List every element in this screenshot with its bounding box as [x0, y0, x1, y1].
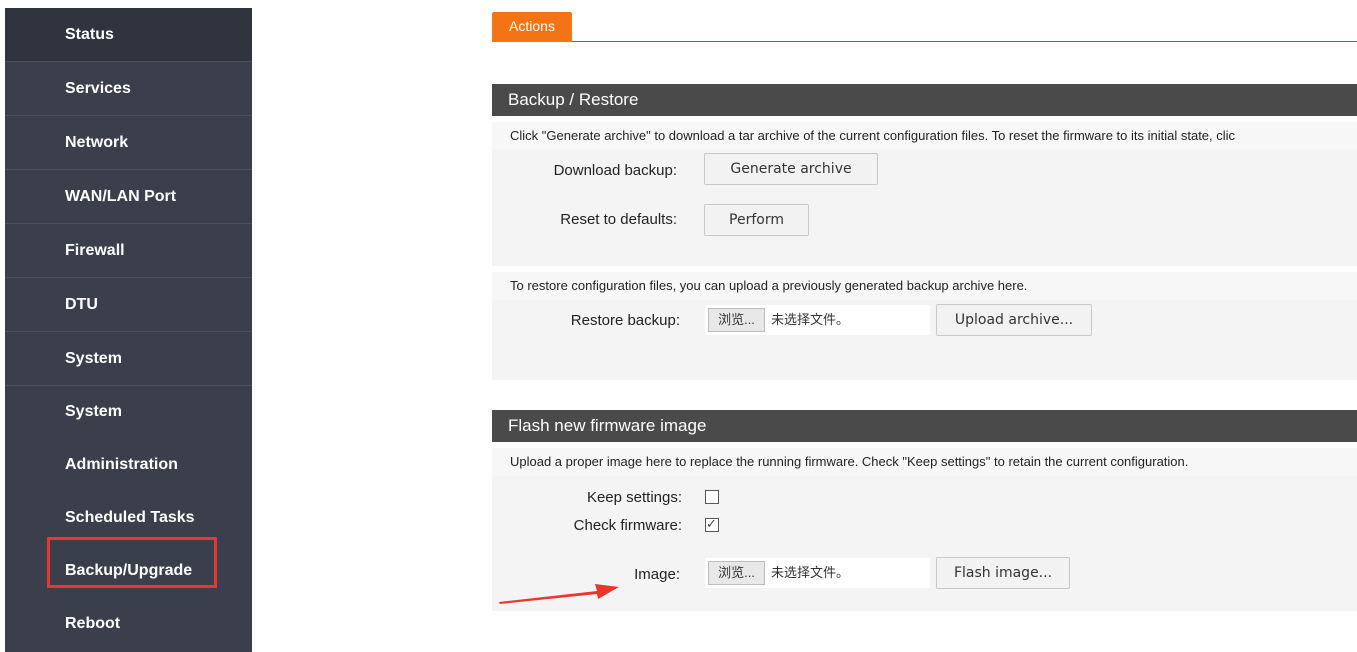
- download-backup-label: Download backup:: [553, 162, 677, 179]
- sidebar-item-status[interactable]: Status: [5, 8, 252, 62]
- annotation-arrow-icon: [499, 584, 619, 604]
- reset-defaults-label: Reset to defaults:: [560, 211, 677, 228]
- sidebar-item-services[interactable]: Services: [5, 62, 252, 116]
- restore-backup-label: Restore backup:: [570, 312, 680, 329]
- restore-panel: Restore backup: 浏览... 未选择文件。 Upload arch…: [492, 300, 1357, 380]
- restore-browse-button[interactable]: 浏览...: [708, 308, 765, 332]
- sidebar-subitem-reboot[interactable]: Reboot: [5, 597, 252, 651]
- keep-settings-label: Keep settings:: [586, 489, 682, 506]
- perform-button[interactable]: Perform: [704, 204, 809, 236]
- upload-archive-button[interactable]: Upload archive...: [936, 304, 1092, 336]
- image-browse-button[interactable]: 浏览...: [708, 561, 765, 585]
- image-file-input[interactable]: 浏览... 未选择文件。: [705, 558, 930, 588]
- sidebar-subitem-scheduled-tasks[interactable]: Scheduled Tasks: [5, 491, 252, 545]
- sidebar-item-system[interactable]: System: [5, 332, 252, 386]
- keep-settings-checkbox[interactable]: [705, 490, 719, 504]
- sidebar-item-wan-lan-port[interactable]: WAN/LAN Port: [5, 170, 252, 224]
- checkmark-icon: ✓: [706, 516, 717, 531]
- backup-panel: Download backup: Generate archive Reset …: [492, 150, 1357, 266]
- sidebar-nav: Status Services Network WAN/LAN Port Fir…: [5, 8, 252, 652]
- image-no-file-text: 未选择文件。: [771, 565, 850, 580]
- restore-no-file-text: 未选择文件。: [771, 312, 850, 327]
- sidebar-subitem-backup-upgrade[interactable]: Backup/Upgrade: [5, 544, 252, 598]
- sidebar-item-network[interactable]: Network: [5, 116, 252, 170]
- restore-description: To restore configuration files, you can …: [492, 272, 1357, 300]
- sidebar-item-firewall[interactable]: Firewall: [5, 224, 252, 278]
- check-firmware-checkbox[interactable]: ✓: [705, 516, 719, 532]
- sidebar-subitem-system[interactable]: System: [5, 385, 252, 439]
- tab-actions[interactable]: Actions: [492, 12, 572, 42]
- flash-image-button[interactable]: Flash image...: [936, 557, 1070, 589]
- tab-bar: Actions: [492, 12, 1357, 42]
- flash-firmware-heading: Flash new firmware image: [492, 410, 1357, 442]
- restore-file-input[interactable]: 浏览... 未选择文件。: [705, 305, 930, 335]
- check-firmware-label: Check firmware:: [573, 517, 682, 534]
- backup-restore-heading: Backup / Restore: [492, 84, 1357, 116]
- main-content: Actions Backup / Restore Click "Generate…: [252, 0, 1357, 652]
- sidebar-item-dtu[interactable]: DTU: [5, 278, 252, 332]
- flash-description: Upload a proper image here to replace th…: [492, 448, 1357, 476]
- backup-description: Click "Generate archive" to download a t…: [492, 122, 1357, 150]
- generate-archive-button[interactable]: Generate archive: [704, 153, 878, 185]
- sidebar-subitem-administration[interactable]: Administration: [5, 438, 252, 492]
